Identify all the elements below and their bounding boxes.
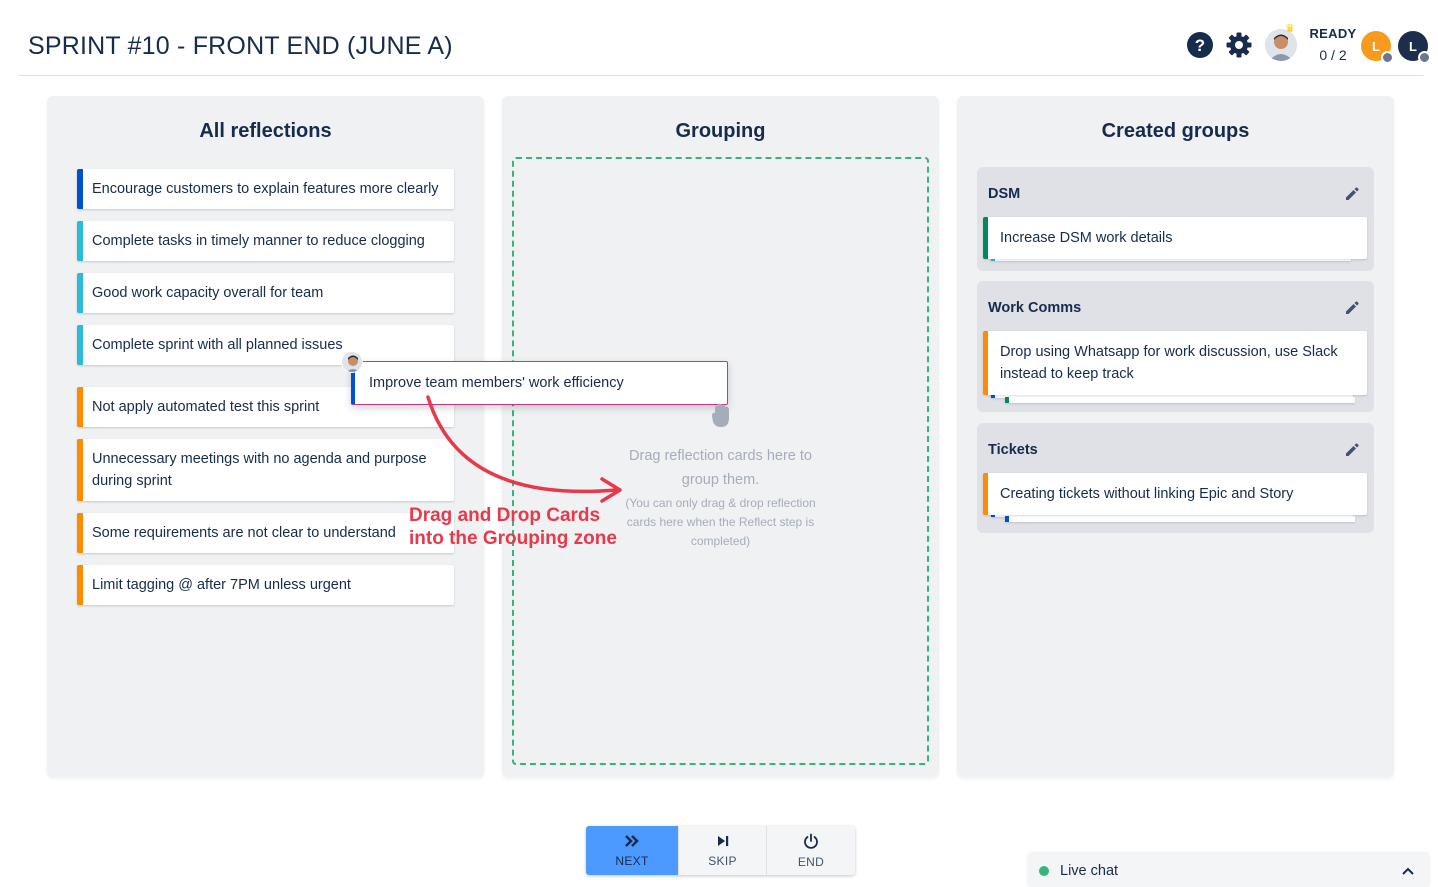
live-chat-label: Live chat: [1060, 863, 1119, 879]
group-title: Tickets: [988, 442, 1038, 458]
ready-check-icon: [1381, 51, 1394, 64]
stacked-card-edge: [1005, 397, 1355, 403]
end-button[interactable]: END: [767, 826, 855, 875]
ready-label: READY: [1309, 26, 1357, 41]
power-icon: [804, 833, 818, 849]
skip-button[interactable]: SKIP: [679, 826, 767, 875]
reflection-text: Complete sprint with all planned issues: [92, 337, 343, 353]
group-card-text: Increase DSM work details: [1000, 230, 1173, 246]
double-chevron-right-icon: [625, 834, 639, 847]
participant-avatar[interactable]: L: [1398, 31, 1431, 64]
column-title: Grouping: [675, 120, 766, 142]
reflection-text: Good work capacity overall for team: [92, 285, 324, 301]
reflection-text: Limit tagging @ after 7PM unless urgent: [92, 577, 351, 593]
reflection-card[interactable]: Complete sprint with all planned issues: [77, 325, 454, 365]
avatar-initial: L: [1372, 38, 1380, 54]
edit-pencil-icon[interactable]: [1344, 442, 1360, 458]
reflection-card[interactable]: Good work capacity overall for team: [77, 273, 454, 313]
skip-label: SKIP: [708, 853, 737, 868]
help-icon[interactable]: ?: [1186, 31, 1214, 59]
reflection-card[interactable]: Complete tasks in timely manner to reduc…: [77, 221, 454, 261]
step-controls: NEXT SKIP END: [586, 826, 855, 875]
dragging-user-avatar: [341, 351, 363, 373]
live-chat-bar[interactable]: Live chat: [1028, 854, 1429, 887]
all-reflections-column: All reflections Encourage customers to e…: [47, 96, 484, 777]
group-card[interactable]: Creating tickets without linking Epic an…: [983, 473, 1367, 515]
group-dsm[interactable]: DSM Increase DSM work details: [977, 167, 1374, 271]
annotation-line: into the Grouping zone: [409, 528, 617, 549]
group-card[interactable]: Drop using Whatsapp for work discussion,…: [983, 331, 1367, 395]
reflection-card[interactable]: Some requirements are not clear to under…: [77, 513, 454, 553]
settings-gear-icon[interactable]: [1225, 31, 1253, 59]
column-title: All reflections: [199, 120, 332, 142]
ready-count: 0 / 2: [1319, 47, 1347, 63]
reflection-text: Encourage customers to explain features …: [92, 181, 439, 197]
chevron-up-icon[interactable]: [1401, 864, 1415, 878]
ready-status: READY 0 / 2: [1308, 26, 1358, 63]
created-groups-column: Created groups DSM Increase DSM work det…: [957, 96, 1394, 777]
reflection-text: Not apply automated test this sprint: [92, 399, 320, 415]
group-card-text: Drop using Whatsapp for work discussion,…: [1000, 344, 1338, 382]
annotation-text: Drag and Drop Cards into the Grouping zo…: [409, 504, 617, 550]
group-title: DSM: [988, 186, 1021, 202]
participant-avatar[interactable]: L: [1361, 31, 1394, 64]
annotation-arrow-icon: [426, 395, 622, 503]
header: SPRINT #10 - FRONT END (JUNE A) ? ♛ READ…: [18, 0, 1431, 76]
group-work-comms[interactable]: Work Comms Drop using Whatsapp for work …: [977, 281, 1374, 412]
edit-pencil-icon[interactable]: [1344, 186, 1360, 202]
reflection-card[interactable]: Encourage customers to explain features …: [77, 169, 454, 209]
annotation-line: Drag and Drop Cards: [409, 505, 601, 526]
reflection-text: Unnecessary meetings with no agenda and …: [92, 451, 427, 489]
group-card-text: Creating tickets without linking Epic an…: [1000, 486, 1294, 502]
group-card[interactable]: Increase DSM work details: [983, 217, 1367, 259]
next-label: NEXT: [615, 853, 649, 868]
online-status-dot: [1039, 866, 1049, 876]
svg-text:?: ?: [1195, 36, 1205, 55]
reflection-text: Improve team members' work efficiency: [369, 375, 624, 391]
facilitator-crown-icon: ♛: [1285, 23, 1295, 35]
grab-hand-icon: [712, 403, 729, 427]
reflection-text: Complete tasks in timely manner to reduc…: [92, 233, 425, 249]
next-button[interactable]: NEXT: [586, 826, 679, 875]
stacked-card-edge: [1005, 516, 1355, 522]
reflection-card[interactable]: Limit tagging @ after 7PM unless urgent: [77, 565, 454, 605]
edit-pencil-icon[interactable]: [1344, 300, 1360, 316]
group-title: Work Comms: [988, 300, 1082, 316]
reflection-card[interactable]: Unnecessary meetings with no agenda and …: [77, 439, 454, 501]
group-tickets[interactable]: Tickets Creating tickets without linking…: [977, 423, 1374, 533]
avatar-initial: L: [1409, 38, 1417, 54]
skip-icon: [717, 835, 728, 846]
end-label: END: [797, 854, 825, 869]
page-title: SPRINT #10 - FRONT END (JUNE A): [28, 32, 453, 60]
ready-check-icon: [1418, 51, 1431, 64]
reflection-text: Some requirements are not clear to under…: [92, 525, 396, 541]
column-title: Created groups: [1101, 120, 1250, 142]
